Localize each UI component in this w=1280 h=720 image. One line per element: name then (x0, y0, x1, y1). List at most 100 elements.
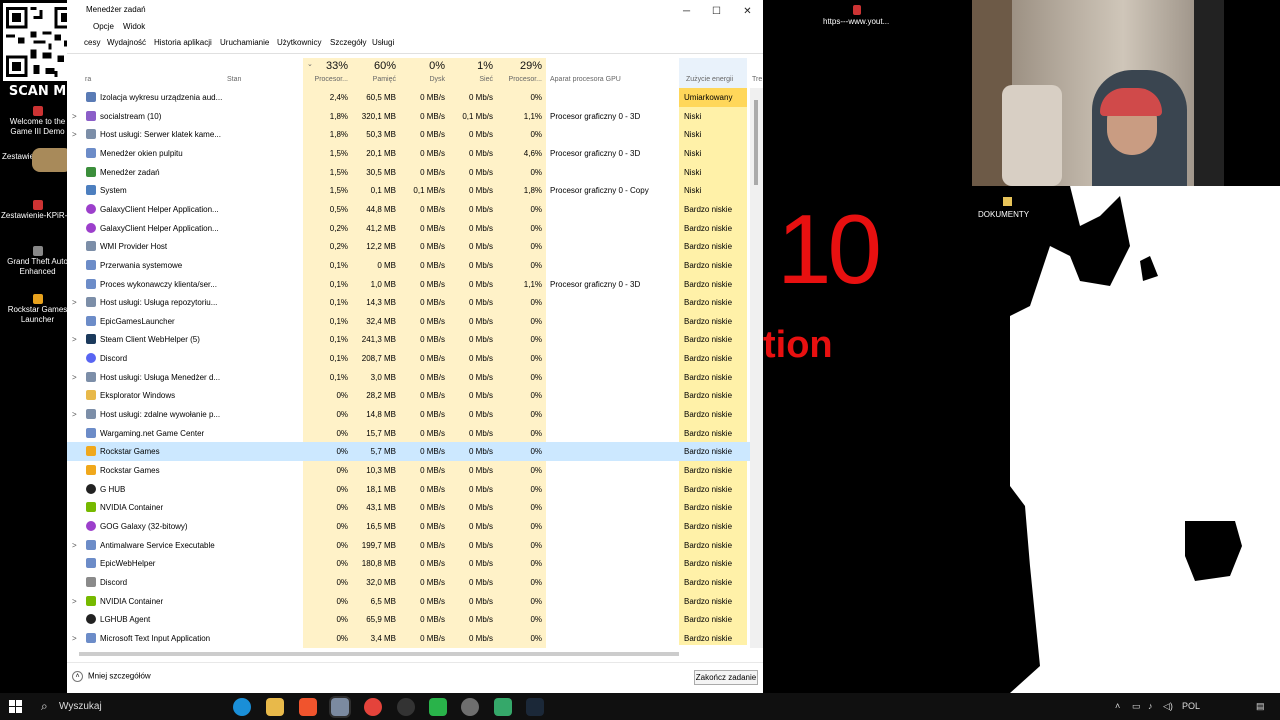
tab-app-history[interactable]: Historia aplikacji (154, 38, 212, 47)
chevron-up-icon[interactable]: ˄ (1115, 701, 1120, 711)
header-network-percent[interactable]: 1% (447, 60, 493, 72)
horizontal-scrollbar[interactable] (67, 649, 757, 659)
process-row[interactable]: EpicWebHelper 0% 180,8 MB 0 MB/s 0 Mb/s 0% Bar… (67, 554, 757, 574)
less-details-button[interactable]: ˄ Mniej szczegółów (72, 671, 151, 682)
menu-view[interactable]: Widok (123, 22, 145, 31)
display-icon[interactable]: ▭ (1132, 701, 1141, 712)
process-row[interactable]: EpicGamesLauncher 0,1% 32,4 MB 0 MB/s 0 Mb/s… (67, 311, 757, 331)
expand-chevron-icon[interactable]: > (72, 597, 78, 606)
chrome-icon[interactable] (364, 698, 382, 716)
desktop-url-shortcut[interactable]: https---www.yout... (823, 17, 889, 26)
scrollbar-thumb[interactable] (754, 100, 758, 185)
explorer-icon[interactable] (266, 698, 284, 716)
green-app-icon[interactable] (429, 698, 447, 716)
process-row[interactable]: GalaxyClient Helper Application... 0,5% 44… (67, 199, 757, 219)
header-power-trend[interactable]: Tre (752, 76, 762, 83)
expand-chevron-icon[interactable]: > (72, 335, 78, 344)
taskbar-search[interactable]: ⌕ Wyszukaj (33, 693, 225, 720)
power-value: Bardzo niskie (684, 428, 733, 438)
process-row[interactable]: Przerwania systemowe 0,1% 0 MB 0 MB/s 0 Mb/s… (67, 255, 757, 275)
header-status[interactable]: Stan (227, 76, 241, 83)
process-row[interactable]: > Antimalware Service Executable 0% 199,7 M… (67, 535, 757, 555)
process-row[interactable]: GalaxyClient Helper Application... 0,2% 41… (67, 218, 757, 238)
start-button[interactable] (9, 700, 22, 713)
header-disk[interactable]: Dysk (397, 76, 445, 83)
disk-value: 0 MB/s (420, 316, 445, 326)
expand-chevron-icon[interactable]: > (72, 410, 78, 419)
scrollbar-thumb[interactable] (79, 652, 679, 656)
process-row[interactable]: Menedżer okien pulpitu 1,5% 20,1 MB 0 MB/s 0… (67, 143, 757, 163)
process-row[interactable]: Izolacja wykresu urządzenia aud... 2,4% 60… (67, 88, 757, 107)
menu-options[interactable]: Opcje (93, 22, 114, 31)
steam-icon[interactable] (526, 698, 544, 716)
desktop-icon-gta[interactable]: Grand Theft Auto Enhanced (0, 246, 75, 277)
process-row[interactable]: > Microsoft Text Input Application 0% 3,4 M… (67, 628, 757, 645)
gpu-value: 0% (530, 428, 542, 438)
process-row[interactable]: Discord 0,1% 208,7 MB 0 MB/s 0 Mb/s 0% Bardzo … (67, 349, 757, 369)
process-row[interactable]: G HUB 0% 18,1 MB 0 MB/s 0 Mb/s 0% Bardzo niski… (67, 479, 757, 499)
process-row[interactable]: Rockstar Games 0% 10,3 MB 0 MB/s 0 Mb/s 0% Bar… (67, 461, 757, 480)
tab-services[interactable]: Usługi (372, 38, 394, 47)
header-gpu[interactable]: Procesor... (495, 76, 542, 83)
brave-icon[interactable] (299, 698, 317, 716)
process-row[interactable]: > Host usługi: zdalne wywołanie p... 0% 14,… (67, 405, 757, 425)
tab-startup[interactable]: Uruchamianie (220, 38, 269, 47)
desktop-icon-zestawienie-kpir[interactable]: Zestawienie-KPiR-... (0, 200, 75, 221)
volume-icon[interactable]: ◁) (1163, 701, 1173, 712)
process-row[interactable]: NVIDIA Container 0% 43,1 MB 0 MB/s 0 Mb/s 0% B… (67, 498, 757, 518)
desktop-icon-documents[interactable]: DOKUMENTY (978, 210, 1029, 219)
header-network[interactable]: Sieć (447, 76, 493, 83)
language-indicator[interactable]: POL (1182, 701, 1200, 711)
microphone-icon[interactable]: ♪ (1148, 701, 1153, 711)
expand-chevron-icon[interactable]: > (72, 541, 78, 550)
header-memory-percent[interactable]: 60% (349, 60, 396, 72)
disk-value: 0 MB/s (420, 279, 445, 289)
process-row[interactable]: System 1,5% 0,1 MB 0,1 MB/s 0 Mb/s 1,8% Proces… (67, 181, 757, 201)
header-cpu[interactable]: Procesor... (303, 76, 348, 83)
process-row[interactable]: > Host usługi: Serwer klatek kame... 1,8% 5… (67, 125, 757, 145)
process-row[interactable]: LGHUB Agent 0% 65,9 MB 0 MB/s 0 Mb/s 0% Bardzo… (67, 610, 757, 630)
tab-performance[interactable]: Wydajność (107, 38, 146, 47)
process-row[interactable]: Proces wykonawczy klienta/ser... 0,1% 1,0 … (67, 274, 757, 294)
tab-processes[interactable]: cesy (84, 38, 100, 47)
header-cpu-percent[interactable]: 33% (303, 60, 348, 72)
process-row[interactable]: > NVIDIA Container 0% 6,5 MB 0 MB/s 0 Mb/s 0% B… (67, 591, 757, 611)
process-row[interactable]: Menedżer zadań 1,5% 30,5 MB 0 MB/s 0 Mb/s 0% N… (67, 162, 757, 182)
settings-icon[interactable] (461, 698, 479, 716)
process-row[interactable]: GOG Galaxy (32-bitowy) 0% 16,5 MB 0 MB/s 0 M… (67, 516, 757, 536)
process-row[interactable]: > Host usługi: Usługa Menedżer d... 0,1% 3,… (67, 367, 757, 387)
minimize-button[interactable]: ─ (671, 0, 702, 22)
process-row[interactable]: Wargaming.net Game Center 0% 15,7 MB 0 MB/s… (67, 423, 757, 443)
process-row[interactable]: WMI Provider Host 0,2% 12,2 MB 0 MB/s 0 Mb/s… (67, 237, 757, 257)
process-row[interactable]: Eksplorator Windows 0% 28,2 MB 0 MB/s 0 Mb/s… (67, 386, 757, 406)
desktop-icon-game-demo[interactable]: Welcome to the Game III Demo (0, 106, 75, 137)
maximize-button[interactable]: ☐ (701, 0, 732, 22)
header-name[interactable]: ra (85, 76, 91, 83)
process-row[interactable]: > Host usługi: Usługa repozytoriu... 0,1% 1… (67, 293, 757, 313)
expand-chevron-icon[interactable]: > (72, 373, 78, 382)
close-button[interactable]: ✕ (732, 0, 763, 22)
vertical-scrollbar[interactable] (750, 88, 763, 648)
process-row[interactable]: Rockstar Games 0% 5,7 MB 0 MB/s 0 Mb/s 0% Bard… (67, 442, 757, 462)
process-row[interactable]: > Steam Client WebHelper (5) 0,1% 241,3 MB 0… (67, 330, 757, 350)
ghub-icon[interactable] (397, 698, 415, 716)
end-task-button[interactable]: Zakończ zadanie (694, 670, 758, 685)
header-disk-percent[interactable]: 0% (397, 60, 445, 72)
expand-chevron-icon[interactable]: > (72, 298, 78, 307)
header-power[interactable]: Zużycie energii (686, 76, 733, 83)
desktop-icon-rockstar[interactable]: Rockstar Games Launcher (0, 294, 75, 325)
tab-users[interactable]: Użytkownicy (277, 38, 321, 47)
header-gpu-percent[interactable]: 29% (495, 60, 542, 72)
header-gpu-engine[interactable]: Aparat procesora GPU (550, 76, 621, 83)
header-memory[interactable]: Pamięć (349, 76, 396, 83)
app-icon[interactable] (494, 698, 512, 716)
process-row[interactable]: > socialstream (10) 1,8% 320,1 MB 0 MB/s 0,1 … (67, 106, 757, 126)
notification-icon[interactable]: ▤ (1256, 701, 1265, 712)
edge-icon[interactable] (233, 698, 251, 716)
expand-chevron-icon[interactable]: > (72, 112, 78, 121)
expand-chevron-icon[interactable]: > (72, 130, 78, 139)
expand-chevron-icon[interactable]: > (72, 634, 78, 643)
process-row[interactable]: Discord 0% 32,0 MB 0 MB/s 0 Mb/s 0% Bardzo nis… (67, 572, 757, 592)
task-manager-icon[interactable] (331, 698, 349, 716)
tab-details[interactable]: Szczegóły (330, 38, 366, 47)
